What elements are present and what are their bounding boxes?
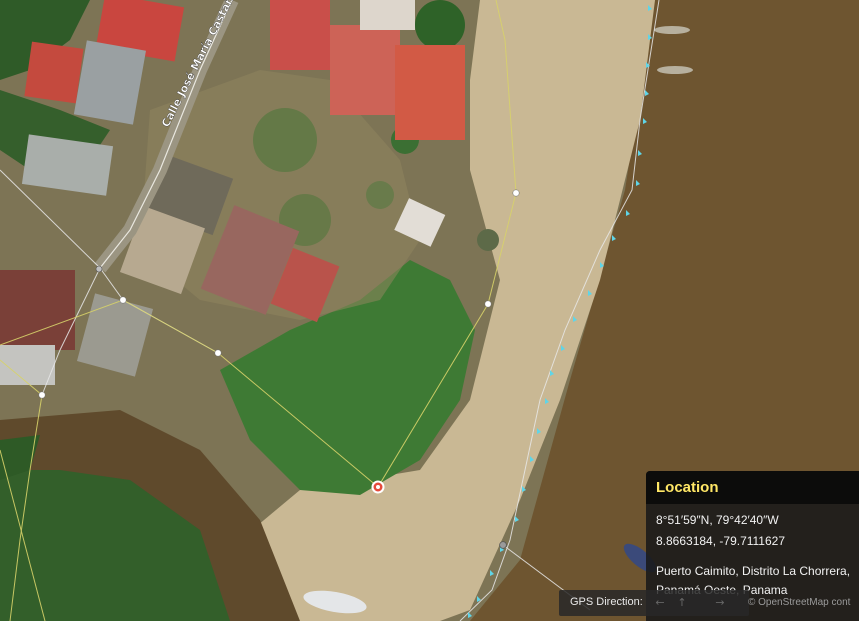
route-vertex	[512, 189, 520, 197]
coordinates-decimal[interactable]: 8.8663184, -79.7111627	[656, 534, 785, 548]
gps-right-arrow-icon[interactable]: →	[711, 594, 729, 612]
path-vertex	[499, 541, 507, 549]
building-roof	[360, 0, 415, 30]
map-attribution[interactable]: © OpenStreetMap cont	[748, 597, 850, 608]
route-vertex	[214, 349, 222, 357]
location-panel-header: Location	[646, 471, 859, 504]
building-roof	[24, 41, 84, 104]
gps-up-arrow-icon[interactable]: ↑	[673, 594, 691, 612]
route-vertex	[484, 300, 492, 308]
gps-direction-label: GPS Direction:	[570, 596, 643, 608]
boat	[654, 26, 690, 34]
route-vertex	[119, 296, 127, 304]
address-line-1: Puerto Caimito, Distrito La Chorrera,	[656, 564, 851, 578]
building-roof	[330, 25, 400, 115]
gps-left-arrow-icon[interactable]: ←	[651, 594, 669, 612]
building-roof	[270, 0, 330, 70]
building-roof	[0, 345, 55, 385]
building-roof	[395, 45, 465, 140]
coordinates-dms[interactable]: 8°51′59″N, 79°42′40″W	[656, 513, 779, 527]
gps-direction-bar: GPS Direction: ← ↑ →	[559, 590, 749, 616]
location-panel-title: Location	[656, 479, 719, 496]
path-vertex	[95, 265, 103, 273]
boat	[657, 66, 693, 74]
building-roof	[73, 40, 146, 125]
route-vertex	[38, 391, 46, 399]
building-roof	[0, 270, 75, 350]
